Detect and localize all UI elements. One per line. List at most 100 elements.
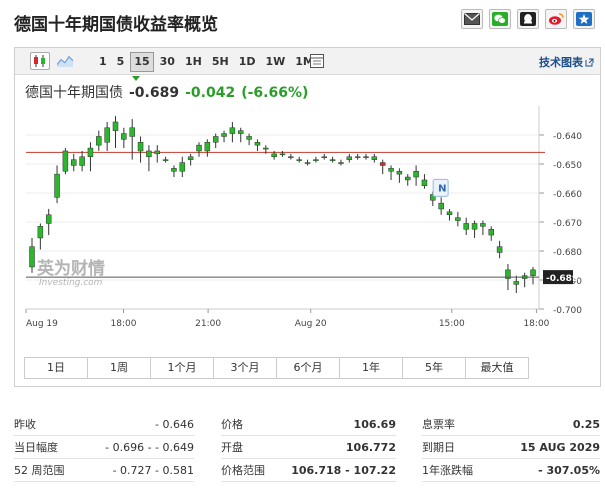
x-tick-label: 21:00	[195, 319, 221, 329]
candle-body	[187, 156, 194, 160]
stat-label: 价格范围	[221, 463, 265, 477]
candle-body	[238, 130, 244, 134]
period-6m[interactable]: 6个月	[276, 357, 340, 379]
candle-body	[179, 162, 186, 172]
period-1w[interactable]: 1周	[87, 357, 151, 379]
stat-label: 息票率	[422, 417, 455, 431]
candle-body	[513, 281, 520, 285]
stat-row: 开盘 106.772	[221, 436, 396, 459]
candle-body	[254, 142, 261, 146]
weibo-icon[interactable]	[545, 9, 567, 29]
x-tick-label: 18:00	[523, 319, 549, 329]
candle-body	[204, 142, 211, 152]
stats-col-2: 价格 106.69 开盘 106.772 价格范围 106.718 - 107.22	[221, 413, 396, 482]
period-1y[interactable]: 1年	[339, 357, 403, 379]
period-5y[interactable]: 5年	[402, 357, 466, 379]
period-max[interactable]: 最大值	[465, 357, 529, 379]
stat-value: 106.69	[353, 417, 396, 431]
range-1[interactable]: 1	[95, 52, 111, 72]
chart-panel: 1 5 15 30 1H 5H 1D 1W 1M 技术图表 德国十年期国债 -0…	[14, 47, 601, 387]
range-15[interactable]: 15	[130, 52, 154, 72]
stat-value: - 0.696 - - 0.649	[105, 440, 194, 454]
candle-body	[396, 171, 403, 175]
mountain-chart-icon[interactable]	[55, 52, 75, 70]
period-3m[interactable]: 3个月	[213, 357, 277, 379]
candle-body	[196, 144, 202, 152]
candle-body	[62, 150, 69, 172]
candle-body	[121, 133, 127, 140]
candle-body	[246, 136, 252, 140]
stats-col-1: 昨收 - 0.646 当日幅度 - 0.696 - - 0.649 52 周范围 - …	[14, 413, 194, 482]
stat-value: - 307.05%	[538, 463, 600, 477]
y-tick-label: -0.660	[553, 190, 582, 200]
candle-body	[455, 217, 461, 221]
candle-body	[296, 159, 302, 161]
candle-body	[112, 121, 119, 131]
candle-body	[87, 147, 94, 157]
candle-body	[79, 156, 85, 166]
wechat-icon[interactable]	[489, 9, 511, 29]
y-tick-label: -0.640	[553, 132, 582, 142]
stat-row: 1年涨跌幅 - 307.05%	[422, 459, 600, 482]
candle-body	[379, 162, 386, 166]
candle-body	[271, 153, 277, 157]
quote-header: 德国十年期国债 -0.689 -0.042 (-6.66%)	[25, 82, 308, 102]
candle-body	[162, 159, 169, 161]
candle-body	[104, 127, 110, 143]
x-tick-label: 15:00	[439, 319, 465, 329]
candle-body	[438, 202, 444, 210]
period-tabs: 1日 1周 1个月 3个月 6个月 1年 5年 最大值	[24, 357, 529, 379]
candle-body	[54, 173, 60, 198]
candle-body	[413, 171, 419, 178]
range-1h[interactable]: 1H	[181, 52, 206, 72]
candlestick-icon[interactable]	[30, 52, 50, 70]
candle-body	[363, 156, 369, 158]
range-30[interactable]: 30	[156, 52, 179, 72]
y-tick-label: -0.700	[553, 306, 582, 316]
favorite-star-icon[interactable]	[573, 9, 595, 29]
candle-body	[496, 246, 503, 253]
y-tick-label: -0.670	[553, 219, 582, 229]
stat-row: 昨收 - 0.646	[14, 413, 194, 436]
stat-value: - 0.646	[155, 417, 194, 431]
range-5[interactable]: 5	[113, 52, 129, 72]
candle-body	[321, 156, 327, 158]
watermark-en: Investing.com	[39, 278, 103, 288]
email-icon[interactable]	[461, 9, 483, 29]
last-price: -0.689	[129, 85, 180, 101]
candle-body	[405, 176, 411, 181]
candle-body	[221, 133, 227, 137]
range-buttons: 1 5 15 30 1H 5H 1D 1W 1M	[95, 52, 318, 72]
candle-body	[530, 269, 536, 276]
tech-chart-link[interactable]: 技术图表	[539, 54, 594, 70]
stat-label: 到期日	[422, 440, 455, 454]
candle-body	[480, 223, 486, 227]
range-1w[interactable]: 1W	[261, 52, 289, 72]
stat-value: 0.25	[572, 417, 600, 431]
page-title: 德国十年期国债收益率概览	[14, 15, 218, 35]
current-price-label: -0.689	[546, 274, 578, 284]
candle-body	[304, 162, 311, 164]
candle-body	[338, 162, 344, 164]
candlestick-chart[interactable]: -0.640-0.650-0.660-0.670-0.680-0.690-0.7…	[15, 106, 600, 356]
change-down-arrow-icon	[132, 76, 140, 81]
range-1d[interactable]: 1D	[235, 52, 260, 72]
qq-icon[interactable]	[517, 9, 539, 29]
candle-body	[171, 168, 177, 172]
period-1d[interactable]: 1日	[24, 357, 88, 379]
x-tick-label: Aug 20	[295, 319, 327, 329]
stat-label: 开盘	[221, 440, 243, 454]
external-link-icon	[585, 58, 594, 66]
share-bar	[461, 9, 595, 29]
price-change-pct: (-6.66%)	[241, 85, 309, 101]
y-tick-label: -0.680	[553, 248, 582, 258]
candle-body	[354, 156, 361, 158]
stat-value: 15 AUG 2029	[520, 440, 600, 454]
stat-row: 当日幅度 - 0.696 - - 0.649	[14, 436, 194, 459]
range-5h[interactable]: 5H	[208, 52, 233, 72]
period-1m[interactable]: 1个月	[150, 357, 214, 379]
candle-body	[229, 127, 236, 134]
x-tick-label: Aug 19	[26, 319, 58, 329]
candle-body	[288, 156, 294, 158]
data-table-icon[interactable]	[307, 52, 327, 70]
